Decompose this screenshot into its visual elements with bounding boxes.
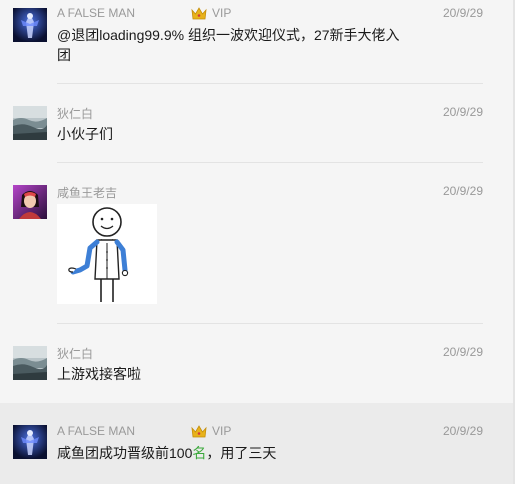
chat-message: A FALSE MAN VIP 20/9/29 @退团loading99.9% … — [0, 0, 515, 83]
message-date: 20/9/29 — [442, 6, 483, 20]
message-text-highlight: 名 — [192, 445, 207, 461]
purple-character-avatar-icon[interactable] — [13, 185, 47, 219]
message-date: 20/9/29 — [442, 105, 483, 119]
landscape-avatar-icon[interactable] — [13, 106, 47, 140]
message-date: 20/9/29 — [442, 184, 483, 198]
message-text-part: 咸鱼团成功晋级前100 — [57, 445, 193, 461]
sender-name[interactable]: A FALSE MAN — [57, 424, 135, 438]
message-text[interactable]: @退团loading99.9% 组织一波欢迎仪式，27新手大佬入 团 — [57, 25, 400, 65]
message-date: 20/9/29 — [442, 345, 483, 359]
message-text[interactable]: 上游戏接客啦 — [57, 364, 141, 384]
message-text[interactable]: 咸鱼团成功晋级前100名，用了三天 — [57, 443, 276, 463]
chat-message-list[interactable]: A FALSE MAN VIP 20/9/29 @退团loading99.9% … — [0, 0, 515, 484]
crown-icon — [191, 6, 207, 19]
blue-figure-avatar-icon[interactable] — [13, 425, 47, 459]
blue-figure-avatar-icon[interactable] — [13, 8, 47, 42]
chat-message: 狄仁白 20/9/29 上游戏接客啦 — [0, 324, 515, 402]
vip-badge: VIP — [191, 6, 231, 20]
chat-message: A FALSE MAN VIP 20/9/29 咸鱼团成功晋级前100名，用了三… — [0, 403, 515, 484]
sender-name[interactable]: A FALSE MAN — [57, 6, 135, 20]
message-text-line: 团 — [57, 47, 71, 63]
message-text-line: @退团loading99.9% 组织一波欢迎仪式，27新手大佬入 — [57, 27, 400, 43]
message-date: 20/9/29 — [442, 424, 483, 438]
vip-label: VIP — [212, 6, 232, 20]
sender-name[interactable]: 狄仁白 — [57, 345, 93, 362]
chat-message: 狄仁白 20/9/29 小伙子们 — [0, 84, 515, 162]
sender-name[interactable]: 狄仁白 — [57, 105, 93, 122]
sender-name[interactable]: 咸鱼王老吉 — [57, 184, 117, 201]
vip-label: VIP — [212, 424, 232, 438]
chat-message: 咸鱼王老吉 20/9/29 — [0, 163, 515, 323]
message-text[interactable]: 小伙子们 — [57, 124, 113, 144]
message-text-part: ，用了三天 — [206, 445, 277, 461]
vip-badge: VIP — [191, 424, 231, 438]
waiter-stick-figure-sticker[interactable] — [57, 204, 157, 304]
crown-icon — [191, 424, 207, 437]
landscape-avatar-icon[interactable] — [13, 346, 47, 380]
